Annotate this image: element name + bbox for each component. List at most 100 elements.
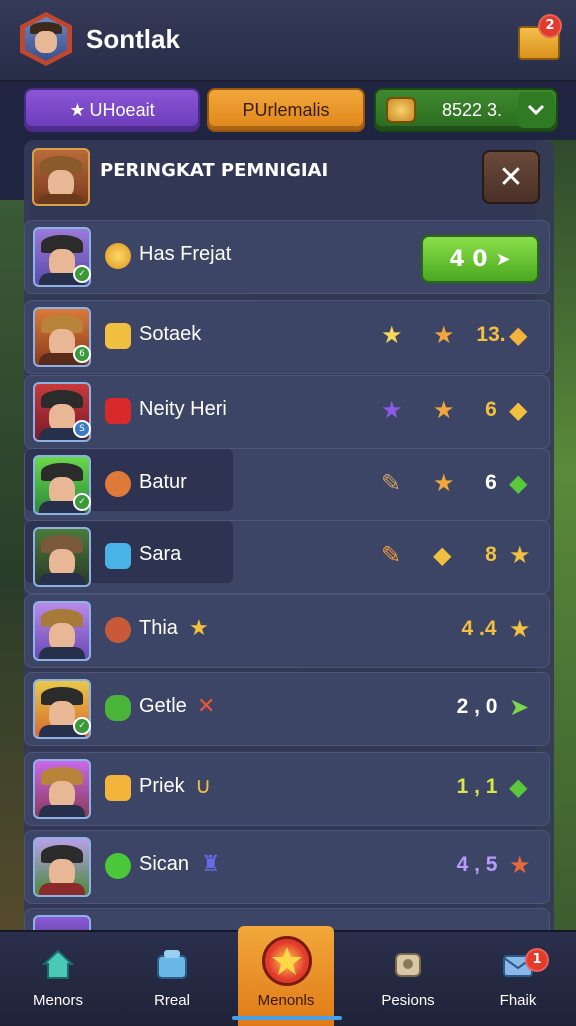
score-value: 2 , 0	[456, 695, 498, 718]
tab-button-2[interactable]: PUrlemalis	[207, 88, 365, 132]
trophy-icon	[105, 323, 131, 349]
star-icon: ★	[509, 615, 531, 643]
player-avatar	[33, 527, 91, 587]
star-icon: ★	[509, 541, 531, 569]
status-badge: S	[73, 420, 91, 438]
bottom-navigation: Menors Rreal Menonls Pesions 1 Fhaik	[0, 926, 576, 1026]
nav-item-home[interactable]: Menors	[3, 932, 113, 1026]
status-badge: 6	[73, 345, 91, 363]
status-badge: ✓	[73, 717, 91, 735]
top-header: Sontlak 2	[0, 0, 576, 82]
leaderboard-header: PERINGKAT PEMNIGIAI ✕	[24, 140, 554, 212]
player-name: Getle	[139, 695, 187, 717]
home-icon	[40, 946, 76, 982]
player-name: Batur	[139, 471, 187, 493]
leaderboard-panel: PERINGKAT PEMNIGIAI ✕ ✓ Has Frejat 4 0 ➤…	[24, 140, 554, 940]
dagger-icon: ✎	[381, 469, 402, 497]
star-icon: ★	[189, 616, 209, 641]
nav-item-leaderboard[interactable]: Menonls	[238, 926, 334, 1026]
arrow-icon: ➤	[509, 693, 530, 721]
player-avatar	[33, 601, 91, 661]
face-icon	[105, 775, 131, 801]
leaderboard-row[interactable]: 6 Sotaek ★ ★ 13. ◆	[24, 300, 550, 374]
score-value: 4 0	[449, 246, 488, 272]
check-icon	[105, 543, 131, 569]
app-title: Sontlak	[86, 24, 180, 54]
treasure-chest-button[interactable]: 2	[518, 14, 562, 60]
castle-icon: ♜	[201, 852, 221, 877]
leaderboard-row[interactable]: Sican ♜ 4 , 5 ★	[24, 830, 550, 904]
nav-label: Menonls	[257, 992, 315, 1009]
player-name: Sican	[139, 853, 190, 875]
face-icon	[105, 471, 131, 497]
close-button[interactable]: ✕	[482, 150, 540, 204]
tab-button-1-label: UHoeait	[89, 99, 155, 120]
tab-button-1[interactable]: ★ UHoeait	[24, 88, 200, 132]
nav-label: Menors	[32, 992, 84, 1009]
clover-icon	[105, 695, 131, 721]
score-value: 4 , 5	[456, 853, 498, 876]
chevron-down-icon[interactable]	[518, 92, 554, 128]
close-icon: ✕	[498, 159, 524, 195]
player-avatar	[33, 759, 91, 819]
player-name: Has Frejat	[139, 243, 232, 265]
status-badge: ✓	[73, 493, 91, 511]
status-badge: ✓	[73, 265, 91, 283]
nav-label: Fhaik	[499, 992, 537, 1009]
nav-label: Rreal	[154, 992, 190, 1009]
shield-icon	[105, 617, 131, 643]
leaderboard-row[interactable]: Priek ∪ 1 , 1 ◆	[24, 752, 550, 826]
star-icon: ★	[381, 321, 403, 349]
player-name: Thia	[139, 617, 178, 639]
player-name: Neity Heri	[139, 398, 227, 420]
leaderboard-row[interactable]: ✓ Has Frejat 4 0 ➤	[24, 220, 550, 294]
leaderboard-row[interactable]: ✓ Batur ✎ ★ 6 ◆	[24, 448, 550, 522]
sword-icon: ✎	[381, 541, 402, 569]
leaderboard-avatar	[32, 148, 90, 206]
coin-icon	[105, 243, 131, 269]
score-value: 1 , 1	[456, 775, 498, 798]
star-icon: ★	[69, 99, 86, 120]
arrow-icon: ➤	[495, 248, 511, 270]
player-name: Sara	[139, 543, 182, 565]
leaderboard-row[interactable]: ✓ Getle ✕ 2 , 0 ➤	[24, 672, 550, 746]
gem-icon: ◆	[509, 396, 528, 424]
avatar-icon	[25, 17, 67, 61]
currency-amount: 8522 3.	[441, 99, 503, 120]
score-button[interactable]: 4 0 ➤	[421, 235, 539, 283]
score-value: 4 .4	[461, 617, 497, 640]
star-icon: ★	[509, 851, 531, 879]
gem-icon: ◆	[509, 773, 528, 801]
leaderboard-row[interactable]: Thia ★ 4 .4 ★	[24, 594, 550, 668]
star-icon: ★	[433, 396, 455, 424]
leaderboard-row[interactable]: S Neity Heri ★ ★ 6 ◆	[24, 375, 550, 449]
notification-badge: 1	[525, 948, 549, 972]
player-name: Sotaek	[139, 323, 202, 345]
nav-item-profile[interactable]: Pesions	[353, 932, 463, 1026]
leaderboard-row[interactable]: Sara ✎ ◆ 8 ★	[24, 520, 550, 594]
active-tab-indicator	[232, 1016, 342, 1020]
nav-item-shop[interactable]: Rreal	[117, 932, 227, 1026]
nav-item-inbox[interactable]: 1 Fhaik	[463, 932, 573, 1026]
star-icon: ★	[433, 469, 455, 497]
currency-display[interactable]: 8522 3.	[374, 88, 558, 132]
star-icon: ★	[381, 396, 403, 424]
notification-badge: 2	[538, 14, 562, 38]
coin-icon	[386, 97, 416, 123]
gem-icon: ◆	[509, 469, 528, 497]
nav-label: Pesions	[381, 992, 435, 1009]
shop-icon	[154, 946, 190, 982]
player-avatar[interactable]	[20, 12, 72, 66]
crossed-swords-icon: ✕	[197, 694, 216, 719]
player-avatar	[33, 837, 91, 897]
star-icon: ★	[433, 321, 455, 349]
star-badge-icon	[262, 936, 312, 986]
gem-icon: ◆	[509, 321, 528, 349]
gem-icon: ◆	[433, 541, 452, 569]
dice-icon	[105, 398, 131, 424]
robot-icon	[390, 946, 426, 982]
horseshoe-icon: ∪	[195, 774, 212, 799]
tab-button-2-label: PUrlemalis	[242, 99, 330, 120]
swirl-icon	[105, 853, 131, 879]
leaderboard-title: PERINGKAT PEMNIGIAI	[100, 160, 329, 181]
